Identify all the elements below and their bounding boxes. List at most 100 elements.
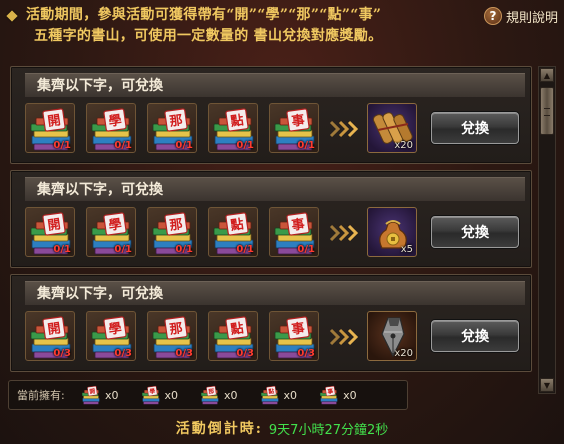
redeem-button[interactable]: 兌換 [431,320,519,352]
svg-text:點: 點 [230,216,245,234]
description-line-2: 五種字的書山，可使用一定數量的 書山兌換對應獎勵。 [34,28,383,44]
book-mountain-item[interactable]: 學 0/1 [86,207,136,257]
book-mountain-item[interactable]: 開 0/3 [25,311,75,361]
book-mountain-icon: 那 [199,384,221,406]
svg-text:事: 事 [291,112,306,130]
redeem-button[interactable]: 兌換 [431,112,519,144]
book-mountain-icon: 開 [80,384,102,406]
svg-text:學: 學 [108,112,123,130]
owned-item: 開 x0 [77,384,119,406]
event-countdown: 活動倒計時: 9天7小時27分鐘2秒 [0,416,564,440]
book-mountain-icon: 點 [259,384,281,406]
countdown-value: 9天7小時27分鐘2秒 [268,422,389,438]
book-mountain-item[interactable]: 學 0/3 [86,311,136,361]
exchange-list: 集齊以下字，可兌換 開 0/1 學 0/1 那 0/1 點 0/1 事 0/1 … [10,66,532,374]
required-items: 開 0/3 學 0/3 那 0/3 點 0/3 事 0/3 [25,311,319,361]
svg-text:事: 事 [291,320,306,338]
exchange-card: 集齊以下字，可兌換 開 0/1 學 0/1 那 0/1 點 0/1 事 0/1 … [10,66,532,164]
book-mountain-item[interactable]: 開 0/1 [25,207,75,257]
item-count: 0/1 [53,140,71,151]
owned-count: x0 [105,388,119,402]
scroll-thumb[interactable] [540,87,554,135]
book-mountain-icon: 事 [318,384,340,406]
svg-text:點: 點 [230,320,245,338]
rules-help-button[interactable]: ? 規則說明 [483,5,558,27]
owned-count: x0 [164,388,179,402]
item-count: 0/3 [53,348,71,359]
owned-label: 當前擁有: [17,389,65,402]
svg-text:學: 學 [108,320,123,338]
svg-text:事: 事 [291,216,306,234]
book-mountain-item[interactable]: 那 0/1 [147,207,197,257]
exchange-card: 集齊以下字，可兌換 開 0/3 學 0/3 那 0/3 點 0/3 事 0/3 … [10,274,532,372]
owned-item: 事 x0 [315,384,357,406]
book-mountain-item[interactable]: 事 0/1 [269,103,319,153]
svg-text:那: 那 [169,113,184,130]
card-title: 集齊以下字，可兌換 [25,73,525,97]
book-mountain-item[interactable]: 學 0/1 [86,103,136,153]
book-mountain-item[interactable]: 開 0/1 [25,103,75,153]
svg-text:那: 那 [169,321,184,338]
redeem-button[interactable]: 兌換 [431,216,519,248]
required-items: 開 0/1 學 0/1 那 0/1 點 0/1 事 0/1 [25,207,319,257]
item-count: 0/1 [175,244,193,255]
book-mountain-item[interactable]: 點 0/1 [208,207,258,257]
book-mountain-item[interactable]: 那 0/1 [147,103,197,153]
list-scrollbar[interactable]: ▲ ▼ [538,66,556,394]
bullet-diamond-icon [6,10,18,22]
item-count: 0/1 [236,244,254,255]
item-count: 0/1 [114,244,132,255]
owned-count: x0 [343,388,357,402]
arrow-right-icon [329,223,359,247]
owned-item: 點 x0 [256,384,298,406]
reward-item[interactable]: x20 [367,311,417,361]
book-mountain-icon: 學 [140,384,162,406]
card-title: 集齊以下字，可兌換 [25,177,525,201]
item-count: 0/1 [297,244,315,255]
owned-count: x0 [283,388,298,402]
event-header: 活動期間，參與活動可獲得帶有“開”“學”“那”“點”“事” 五種字的書山，可使用… [0,0,564,60]
item-count: 0/3 [114,348,132,359]
item-count: 0/1 [175,140,193,151]
item-count: 0/3 [297,348,315,359]
question-icon: ? [483,7,502,25]
item-count: 0/3 [236,348,254,359]
svg-text:學: 學 [108,216,123,234]
svg-text:點: 點 [230,112,245,130]
svg-text:開: 開 [47,321,62,338]
reward-count: x20 [394,140,413,151]
book-mountain-item[interactable]: 那 0/3 [147,311,197,361]
item-count: 0/3 [175,348,193,359]
event-description: 活動期間，參與活動可獲得帶有“開”“學”“那”“點”“事” 五種字的書山，可使用… [26,5,446,47]
owned-count: x0 [224,388,238,402]
book-mountain-item[interactable]: 點 0/3 [208,311,258,361]
description-line-1: 活動期間，參與活動可獲得帶有“開”“學”“那”“點”“事” [26,7,382,23]
reward-item[interactable]: x20 [367,103,417,153]
book-mountain-item[interactable]: 事 0/1 [269,207,319,257]
item-count: 0/1 [53,244,71,255]
countdown-label: 活動倒計時: [175,421,263,437]
book-mountain-item[interactable]: 點 0/1 [208,103,258,153]
owned-item: 那 x0 [196,384,238,406]
svg-text:那: 那 [169,217,184,234]
svg-text:開: 開 [47,217,62,234]
scroll-down-icon[interactable]: ▼ [540,378,554,392]
owned-inventory-bar: 當前擁有: 開 x0 學 x0 那 x0 點 x0 事 x0 [8,380,408,410]
item-count: 0/1 [236,140,254,151]
item-count: 0/1 [297,140,315,151]
reward-count: x5 [400,244,413,255]
arrow-right-icon [329,327,359,351]
item-count: 0/1 [114,140,132,151]
rules-help-label: 規則說明 [505,10,558,26]
card-title: 集齊以下字，可兌換 [25,281,525,305]
reward-count: x20 [394,348,413,359]
arrow-right-icon [329,119,359,143]
scroll-up-icon[interactable]: ▲ [540,68,554,82]
svg-text:開: 開 [47,113,62,130]
book-mountain-item[interactable]: 事 0/3 [269,311,319,361]
reward-item[interactable]: x5 [367,207,417,257]
exchange-card: 集齊以下字，可兌換 開 0/1 學 0/1 那 0/1 點 0/1 事 0/1 … [10,170,532,268]
owned-item: 學 x0 [137,384,179,406]
required-items: 開 0/1 學 0/1 那 0/1 點 0/1 事 0/1 [25,103,319,153]
event-window: 活動期間，參與活動可獲得帶有“開”“學”“那”“點”“事” 五種字的書山，可使用… [0,0,564,444]
